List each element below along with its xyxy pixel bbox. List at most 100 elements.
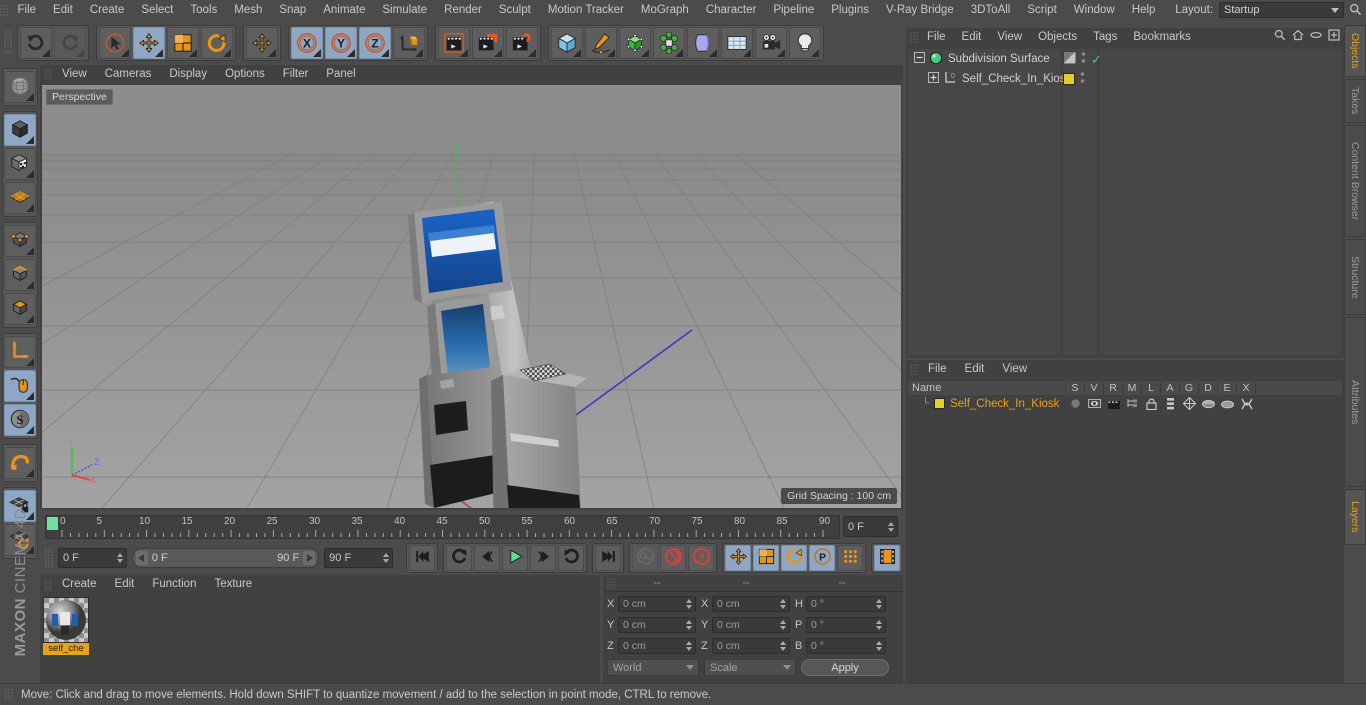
visibility-dots-icon[interactable] xyxy=(1081,51,1086,67)
dock-tab-layers[interactable]: Layers xyxy=(1344,489,1366,545)
layer-menu-view[interactable]: View xyxy=(993,360,1036,378)
ellipse-icon[interactable] xyxy=(1310,29,1322,44)
workplane-mode-button[interactable] xyxy=(4,182,36,214)
viewport-menu-display[interactable]: Display xyxy=(160,65,216,83)
object-manager-grip-handle[interactable] xyxy=(910,31,919,43)
dock-tab-takes[interactable]: Takes xyxy=(1344,79,1366,123)
viewport-menu-options[interactable]: Options xyxy=(216,65,274,83)
add-light-button[interactable] xyxy=(789,27,821,59)
layer-manager-grip-handle[interactable] xyxy=(910,363,919,375)
animation-icon[interactable] xyxy=(1161,397,1180,410)
layer-name-cell[interactable]: └ Self_Check_In_Kiosk xyxy=(908,398,1066,410)
home-icon[interactable] xyxy=(1292,29,1304,44)
lock-x-button[interactable]: X xyxy=(291,27,323,59)
edges-mode-button[interactable] xyxy=(4,259,36,291)
array-button[interactable] xyxy=(653,27,685,59)
render-view-button[interactable] xyxy=(438,27,470,59)
object-menu-objects[interactable]: Objects xyxy=(1030,28,1085,46)
object-axis-button[interactable] xyxy=(4,336,36,368)
rotation-field-P[interactable]: 0 ° xyxy=(806,616,886,633)
menu-help[interactable]: Help xyxy=(1123,0,1164,21)
layer-color-swatch[interactable] xyxy=(934,398,946,409)
layer-column-e[interactable]: E xyxy=(1218,382,1237,394)
stepper-icon[interactable] xyxy=(888,521,894,532)
menu-script[interactable]: Script xyxy=(1019,0,1065,21)
menu-grip-handle[interactable] xyxy=(0,5,9,16)
position-field-Z[interactable]: 0 cm xyxy=(618,637,696,654)
object-menu-bookmarks[interactable]: Bookmarks xyxy=(1125,28,1199,46)
record-position-button[interactable] xyxy=(725,544,751,571)
dock-tab-objects[interactable]: Objects xyxy=(1344,25,1366,77)
stepper-icon[interactable] xyxy=(876,640,882,651)
position-field-Y[interactable]: 0 cm xyxy=(618,616,696,633)
size-field-Y[interactable]: 0 cm xyxy=(712,616,790,633)
make-editable-button[interactable] xyxy=(4,71,36,103)
material-list[interactable]: self_che xyxy=(43,597,89,655)
add-spline-button[interactable] xyxy=(585,27,617,59)
collapse-toggle-icon[interactable] xyxy=(914,52,925,66)
material-menu-create[interactable]: Create xyxy=(53,575,106,593)
rotation-field-H[interactable]: 0 ° xyxy=(806,595,886,612)
timeline-current-frame-field[interactable]: 0 F xyxy=(843,516,898,537)
object-tree[interactable]: Subdivision Surface ✓ 0 Self_Check_In_Kios… xyxy=(908,49,1342,355)
generator-button[interactable] xyxy=(619,27,651,59)
object-menu-file[interactable]: File xyxy=(919,28,954,46)
coord-mode-dropdown[interactable]: Scale xyxy=(704,659,796,676)
visible-eye-icon[interactable] xyxy=(1085,398,1104,409)
menu-mesh[interactable]: Mesh xyxy=(226,0,271,21)
coord-system-dropdown[interactable]: World xyxy=(607,659,699,676)
coordinates-grip-handle[interactable] xyxy=(607,577,616,589)
stepper-icon[interactable] xyxy=(780,619,786,630)
material-menu-texture[interactable]: Texture xyxy=(205,575,261,593)
menu-v-ray-bridge[interactable]: V-Ray Bridge xyxy=(877,0,962,21)
material-grip-handle[interactable] xyxy=(44,578,53,590)
stepper-icon[interactable] xyxy=(686,619,692,630)
record-pla-button[interactable] xyxy=(837,544,863,571)
menu-sculpt[interactable]: Sculpt xyxy=(490,0,539,21)
position-field-X[interactable]: 0 cm xyxy=(618,595,696,612)
texture-mode-button[interactable] xyxy=(4,148,36,180)
world-object-coord-button[interactable] xyxy=(393,27,425,59)
layer-table-rows[interactable]: └ Self_Check_In_Kiosk xyxy=(908,396,1342,411)
apply-button[interactable]: Apply xyxy=(801,659,889,676)
menu-window[interactable]: Window xyxy=(1065,0,1123,21)
range-right-arrow-icon[interactable] xyxy=(303,550,316,565)
editor-render-visibility-icon[interactable] xyxy=(1063,51,1076,67)
material-menu-edit[interactable]: Edit xyxy=(106,575,144,593)
solo-dot-icon[interactable] xyxy=(1066,398,1085,409)
menu-file[interactable]: File xyxy=(9,0,45,21)
layer-column-v[interactable]: V xyxy=(1085,382,1104,394)
viewport-menu-panel[interactable]: Panel xyxy=(317,65,364,83)
expression-icon[interactable] xyxy=(1218,399,1237,409)
add-cube-button[interactable] xyxy=(551,27,583,59)
stepper-icon[interactable] xyxy=(686,598,692,609)
stepper-icon[interactable] xyxy=(876,619,882,630)
menu-3dtoall[interactable]: 3DToAll xyxy=(962,0,1019,21)
viewport-grip-handle[interactable] xyxy=(44,68,53,80)
layer-column-g[interactable]: G xyxy=(1180,382,1199,394)
visibility-dots-icon[interactable] xyxy=(1080,71,1085,87)
layer-column-name[interactable]: Name xyxy=(908,382,1066,394)
transport-grip-handle[interactable] xyxy=(45,547,54,568)
toolbar-grip-handle[interactable] xyxy=(4,31,13,55)
material-item[interactable]: self_che xyxy=(43,597,89,655)
xref-icon[interactable] xyxy=(1237,398,1256,410)
layer-menu-edit[interactable]: Edit xyxy=(956,360,994,378)
generator-icon[interactable] xyxy=(1180,397,1199,410)
status-grip-handle[interactable] xyxy=(5,689,14,700)
layer-column-m[interactable]: M xyxy=(1123,382,1142,394)
points-mode-button[interactable] xyxy=(4,225,36,257)
timeline-toggle-button[interactable] xyxy=(874,544,900,571)
step-forward-button[interactable] xyxy=(530,544,556,571)
layer-column-l[interactable]: L xyxy=(1142,382,1161,394)
rotation-field-B[interactable]: 0 ° xyxy=(806,637,886,654)
menu-create[interactable]: Create xyxy=(81,0,133,21)
menu-animate[interactable]: Animate xyxy=(315,0,374,21)
layer-column-d[interactable]: D xyxy=(1199,382,1218,394)
size-field-X[interactable]: 0 cm xyxy=(712,595,790,612)
record-rotation-button[interactable] xyxy=(781,544,807,571)
object-menu-view[interactable]: View xyxy=(989,28,1030,46)
live-selection-button[interactable] xyxy=(99,27,131,59)
record-parameter-button[interactable]: P xyxy=(809,544,835,571)
global-search-icon[interactable] xyxy=(1349,3,1362,19)
